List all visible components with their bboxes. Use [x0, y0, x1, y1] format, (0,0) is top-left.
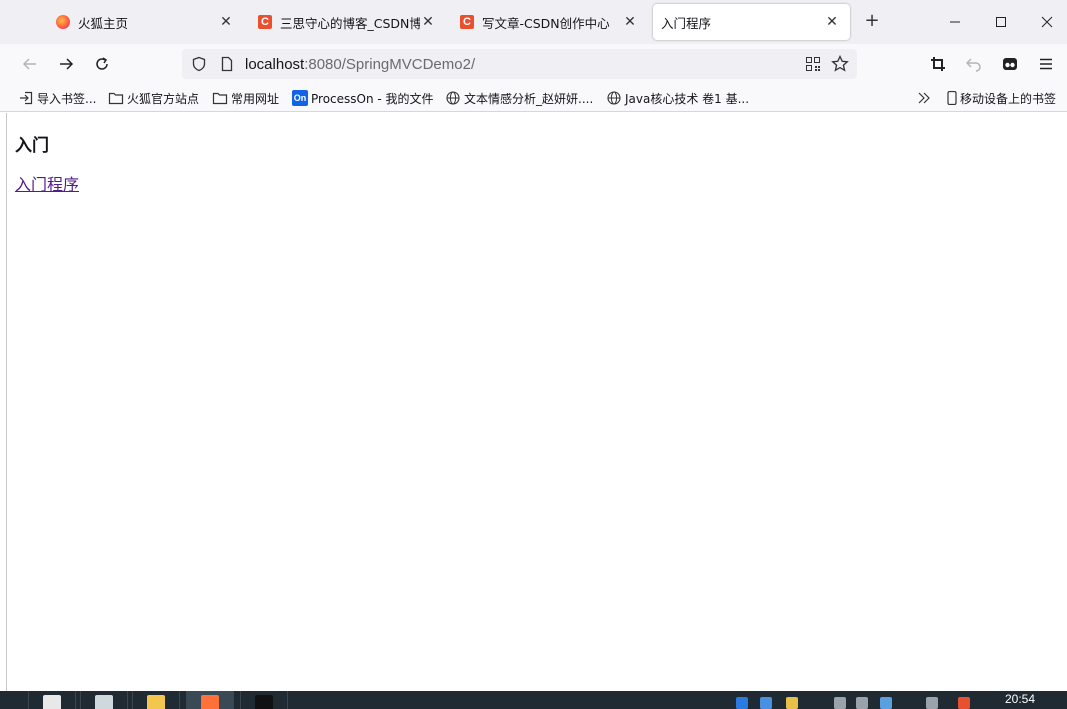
close-icon[interactable]: ✕: [622, 14, 638, 30]
tab-title: 火狐主页: [78, 15, 129, 31]
tray-icon[interactable]: [880, 697, 892, 709]
taskbar-app-explorer[interactable]: [132, 691, 180, 709]
page-icon[interactable]: [219, 56, 235, 72]
bookmark-java[interactable]: Java核心技术 卷1 基...: [606, 88, 749, 108]
bookmark-mobile[interactable]: 移动设备上的书签: [946, 88, 1056, 108]
taskbar-app-notepad[interactable]: [80, 691, 128, 709]
arrow-left-icon: [22, 58, 36, 70]
firefox-icon: [201, 695, 219, 709]
app-icon: [95, 695, 113, 709]
bookmark-label: ProcessOn - 我的文件: [311, 91, 434, 106]
minimize-button[interactable]: [932, 0, 978, 44]
close-icon[interactable]: ✕: [218, 14, 234, 30]
tab-title: 三思守心的博客_CSDN博客: [280, 15, 420, 31]
url-host: localhost: [245, 56, 305, 73]
page-heading: 入门: [15, 136, 49, 156]
close-icon: [1041, 16, 1053, 28]
tray-icon[interactable]: [958, 697, 970, 709]
bookmark-folder-firefox[interactable]: 火狐官方站点: [108, 88, 199, 108]
csdn-icon: C: [460, 15, 474, 29]
tab-title: 入门程序: [661, 15, 712, 31]
tray-icon[interactable]: [856, 697, 868, 709]
bookmark-label: 常用网址: [231, 91, 280, 106]
taskbar-app-typora[interactable]: [28, 691, 76, 709]
tray-icon[interactable]: [736, 697, 748, 709]
qr-code-icon[interactable]: [805, 56, 821, 72]
bookmark-import[interactable]: 导入书签...: [18, 88, 96, 108]
bookmark-sentiment[interactable]: 文本情感分析_赵妍妍....: [445, 88, 593, 108]
globe-icon: [606, 90, 622, 106]
new-tab-button[interactable]: +: [862, 12, 882, 32]
minimize-icon: [950, 21, 960, 23]
intro-program-link[interactable]: 入门程序: [15, 171, 79, 195]
bookmark-processon[interactable]: On ProcessOn - 我的文件: [292, 88, 434, 108]
arrow-right-icon: [60, 58, 74, 70]
bookmarks-overflow-button[interactable]: [916, 88, 935, 108]
tab-intro-program[interactable]: 入门程序 ✕: [653, 4, 850, 40]
bookmark-label: Java核心技术 卷1 基...: [625, 91, 750, 106]
tray-icon[interactable]: [760, 697, 772, 709]
taskbar-app-firefox[interactable]: [186, 691, 234, 709]
tab-strip: 火狐主页 ✕ C 三思守心的博客_CSDN博客 ✕ C 写文章-CSDN创作中心…: [0, 0, 1067, 44]
bookmark-label: 火狐官方站点: [127, 91, 200, 106]
forward-button[interactable]: [54, 52, 78, 76]
tray-icon[interactable]: [834, 697, 846, 709]
tab-title: 写文章-CSDN创作中心: [482, 15, 610, 31]
back-button[interactable]: [18, 52, 42, 76]
hamburger-icon: [1040, 58, 1052, 70]
undo-button[interactable]: [962, 52, 986, 76]
folder-icon: [108, 90, 124, 106]
reload-button[interactable]: [90, 52, 114, 76]
chevron-double-right-icon: [916, 90, 932, 106]
bookmarks-bar: 导入书签... 火狐官方站点 常用网址 On ProcessOn - 我的文件 …: [0, 84, 1067, 112]
import-icon: [18, 90, 34, 106]
undo-icon: [966, 58, 981, 72]
url-path: :8080/SpringMVCDemo2/: [304, 56, 476, 73]
star-icon[interactable]: [831, 55, 849, 73]
folder-icon: [212, 90, 228, 106]
bookmark-label: 导入书签...: [37, 91, 97, 106]
background-window-edge: [0, 113, 7, 691]
csdn-icon: C: [258, 15, 272, 29]
taskbar-clock[interactable]: 20:54: [1005, 692, 1035, 706]
app-icon: [43, 695, 61, 709]
phone-icon: [946, 90, 958, 106]
firefox-icon: [56, 15, 70, 29]
taskbar: 20:54: [0, 691, 1067, 709]
menu-button[interactable]: [1034, 52, 1058, 76]
qq-icon: [255, 695, 273, 709]
url-text[interactable]: localhost:8080/SpringMVCDemo2/: [245, 56, 475, 73]
globe-icon: [445, 90, 461, 106]
shield-icon[interactable]: [191, 56, 207, 72]
bookmark-label: 移动设备上的书签: [960, 91, 1057, 106]
taskbar-app-qq[interactable]: [240, 691, 288, 709]
nav-bar: localhost:8080/SpringMVCDemo2/: [0, 44, 1067, 84]
processon-icon: On: [292, 90, 308, 106]
bookmark-folder-common[interactable]: 常用网址: [212, 88, 279, 108]
tab-firefox-home[interactable]: 火狐主页 ✕: [48, 4, 244, 40]
reload-icon: [96, 57, 108, 70]
close-icon[interactable]: ✕: [824, 14, 840, 30]
tab-csdn-write[interactable]: C 写文章-CSDN创作中心 ✕: [452, 4, 648, 40]
folder-icon: [147, 695, 165, 709]
extension-button[interactable]: [998, 52, 1022, 76]
page-content: 入门 入门程序: [7, 113, 1067, 691]
tray-icon[interactable]: [786, 697, 798, 709]
crop-icon: [931, 57, 945, 71]
maximize-button[interactable]: [978, 0, 1024, 44]
volume-icon[interactable]: [926, 697, 938, 709]
bookmark-label: 文本情感分析_赵妍妍....: [464, 91, 594, 106]
tab-csdn-blog[interactable]: C 三思守心的博客_CSDN博客 ✕: [250, 4, 446, 40]
close-icon[interactable]: ✕: [420, 14, 436, 30]
url-bar[interactable]: localhost:8080/SpringMVCDemo2/: [182, 49, 857, 79]
screenshot-button[interactable]: [926, 52, 950, 76]
close-window-button[interactable]: [1024, 0, 1067, 44]
extension-icon: [1003, 58, 1017, 70]
maximize-icon: [996, 17, 1006, 27]
